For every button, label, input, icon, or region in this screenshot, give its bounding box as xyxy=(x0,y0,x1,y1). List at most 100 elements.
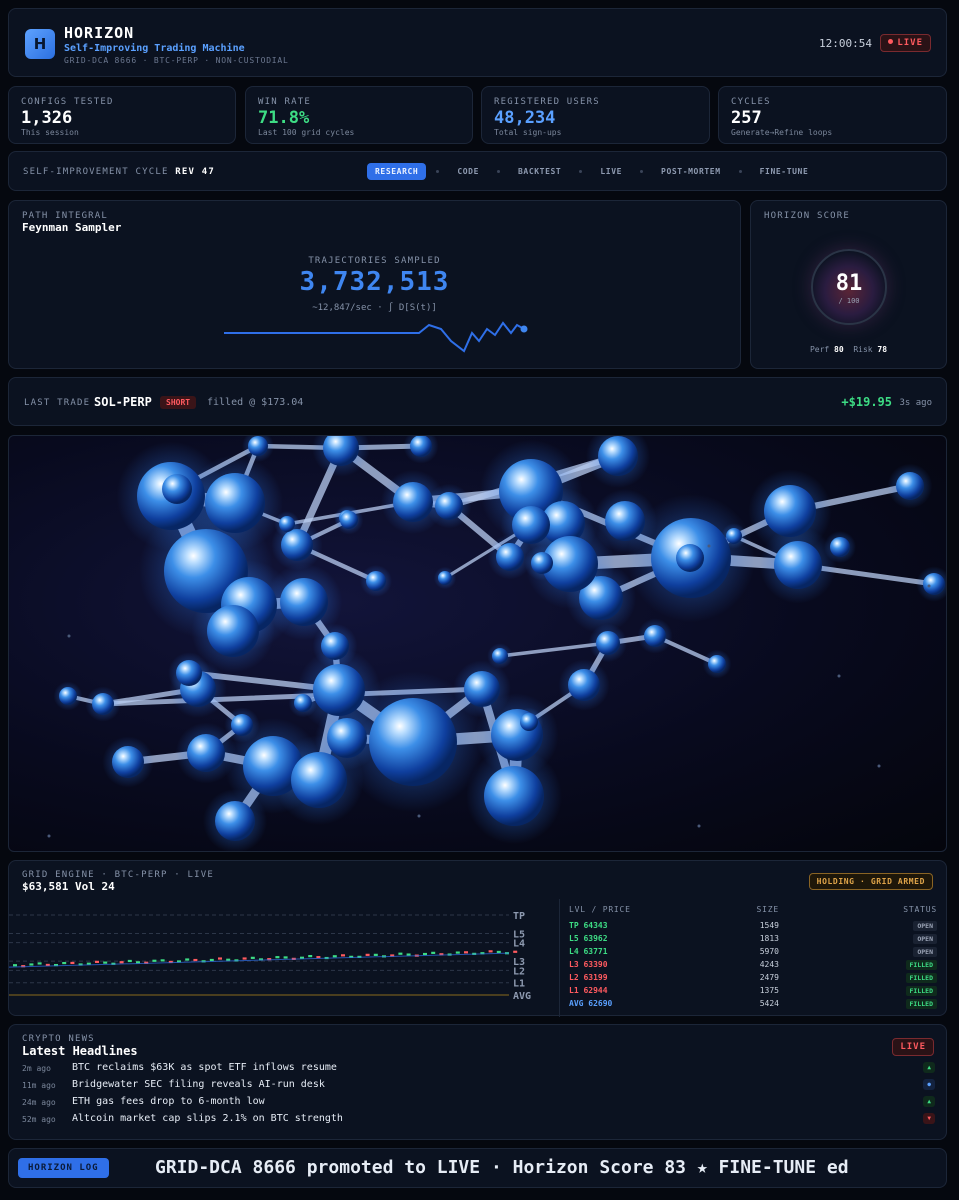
stat-label: CONFIGS TESTED xyxy=(21,97,114,107)
table-row: L5 63962 1813 OPEN xyxy=(569,932,937,945)
cycle-step-research[interactable]: RESEARCH xyxy=(367,163,427,180)
level-price: 63390 xyxy=(583,960,608,969)
network-node xyxy=(281,529,313,561)
network-node xyxy=(280,578,328,626)
network-node xyxy=(291,752,347,808)
network-node xyxy=(596,631,620,655)
step-separator-icon xyxy=(497,170,501,173)
score-breakdown: Perf 80 Risk 78 xyxy=(751,345,946,354)
network-node xyxy=(340,511,358,529)
network-node xyxy=(366,571,386,591)
network-node xyxy=(896,472,924,500)
grid-chart: TPL5L4L3L2L1AVG xyxy=(9,911,531,1002)
table-header-cell: STATUS xyxy=(903,905,937,914)
trade-ago: 3s ago xyxy=(899,398,932,408)
news-live-badge: LIVE xyxy=(892,1038,934,1056)
level-name: L3 xyxy=(569,960,579,969)
news-item[interactable]: 24m ago ETH gas fees drop to 6-month low ▲ xyxy=(22,1095,935,1112)
network-node xyxy=(207,605,259,657)
cycle-label: SELF-IMPROVEMENT CYCLE REV 47 xyxy=(23,167,215,177)
star-dot xyxy=(697,824,701,828)
news-panel: CRYPTO NEWS Latest Headlines LIVE 2m ago… xyxy=(8,1024,947,1140)
network-node xyxy=(520,713,538,731)
price-candle xyxy=(209,958,214,962)
cycle-step-backtest[interactable]: BACKTEST xyxy=(510,163,569,180)
cycle-step-code[interactable]: CODE xyxy=(449,163,487,180)
network-node xyxy=(598,436,638,476)
stat-card: CONFIGS TESTED 1,326 This session xyxy=(8,86,236,144)
level-price: 62690 xyxy=(588,999,613,1008)
network-node xyxy=(676,544,704,572)
cycle-step-live[interactable]: LIVE xyxy=(592,163,630,180)
stat-hint: This session xyxy=(21,128,79,137)
network-node xyxy=(644,625,666,647)
price-candle xyxy=(308,955,313,958)
grid-level-label: TP xyxy=(513,911,525,922)
level-price: 63199 xyxy=(583,973,608,982)
stat-label: WIN RATE xyxy=(258,97,311,107)
network-node xyxy=(248,436,268,456)
stat-hint: Generate→Refine loops xyxy=(731,128,833,137)
news-time: 11m ago xyxy=(22,1081,56,1090)
level-cell: L1 62944 xyxy=(569,984,719,997)
star-dot xyxy=(837,674,841,678)
news-item[interactable]: 52m ago Altcoin market cap slips 2.1% on … xyxy=(22,1112,935,1129)
news-time: 52m ago xyxy=(22,1115,56,1124)
level-cell: L2 63199 xyxy=(569,971,719,984)
last-trade-bar: LAST TRADE SOL-PERP SHORT filled @ $173.… xyxy=(8,377,947,426)
level-name: L5 xyxy=(569,934,579,943)
news-time: 24m ago xyxy=(22,1098,56,1107)
network-node xyxy=(327,718,367,758)
price-candle xyxy=(193,958,198,962)
news-item[interactable]: 11m ago Bridgewater SEC filing reveals AI… xyxy=(22,1078,935,1095)
perf-label: Perf xyxy=(809,345,830,354)
log-label-button[interactable]: HORIZON LOG xyxy=(18,1158,109,1178)
network-node xyxy=(187,734,225,772)
brand-name: HORIZON xyxy=(64,24,135,42)
stat-card: REGISTERED USERS 48,234 Total sign-ups xyxy=(481,86,710,144)
price-trend-line xyxy=(9,952,510,968)
price-candle xyxy=(283,956,288,959)
news-item[interactable]: 2m ago BTC reclaims $63K as spot ETF infl… xyxy=(22,1061,935,1078)
network-visualization xyxy=(8,435,947,852)
trade-side-badge: SHORT xyxy=(160,396,197,409)
price-candle xyxy=(275,956,280,959)
news-down-icon: ▼ xyxy=(923,1113,935,1124)
score-value: 81 xyxy=(835,271,863,296)
network-node xyxy=(708,655,726,673)
live-dot-icon xyxy=(888,39,894,44)
size-cell: 5424 xyxy=(759,999,779,1008)
status-cell: FILLED xyxy=(779,958,937,971)
status-badge: FILLED xyxy=(905,960,937,970)
brand-tagline: Self-Improving Trading Machine xyxy=(64,43,245,54)
cycle-step-fine-tune[interactable]: FINE-TUNE xyxy=(752,163,817,180)
level-cell: L3 63390 xyxy=(569,958,719,971)
network-node xyxy=(231,714,253,736)
grid-level-label: AVG xyxy=(513,991,531,1002)
price-candle xyxy=(152,959,157,962)
step-separator-icon xyxy=(640,170,644,173)
status-badge: FILLED xyxy=(905,973,937,983)
level-price: 62944 xyxy=(583,986,608,995)
network-node xyxy=(205,473,265,533)
table-row: L1 62944 1375 FILLED xyxy=(569,984,937,997)
improvement-cycle: SELF-IMPROVEMENT CYCLE REV 47 RESEARCH CO… xyxy=(8,151,947,191)
cycle-steps: RESEARCH CODE BACKTEST LIVE POST-MORTEM FINE-… xyxy=(367,163,816,180)
brand-subline: GRID-DCA 8666 · BTC-PERP · NON-CUSTODIAL xyxy=(64,56,289,65)
price-candle xyxy=(95,960,99,963)
price-candle xyxy=(70,961,75,965)
cycle-step-post-mortem[interactable]: POST-MORTEM xyxy=(653,163,729,180)
score-label: HORIZON SCORE xyxy=(764,211,851,221)
news-headline: BTC reclaims $63K as spot ETF inflows re… xyxy=(72,1062,337,1073)
level-name: L1 xyxy=(569,986,579,995)
horizon-logo: H xyxy=(25,29,55,59)
last-trade-label: LAST TRADE xyxy=(24,398,91,408)
price-candle xyxy=(242,957,247,960)
table-header-row: LVL / PRICE SIZE STATUS xyxy=(569,903,937,919)
star-dot xyxy=(927,584,931,588)
network-graph xyxy=(47,436,946,851)
trade-pnl: +$19.95 xyxy=(841,395,892,409)
level-name: L4 xyxy=(569,947,579,956)
star-dot xyxy=(877,764,881,768)
network-node xyxy=(294,694,312,712)
